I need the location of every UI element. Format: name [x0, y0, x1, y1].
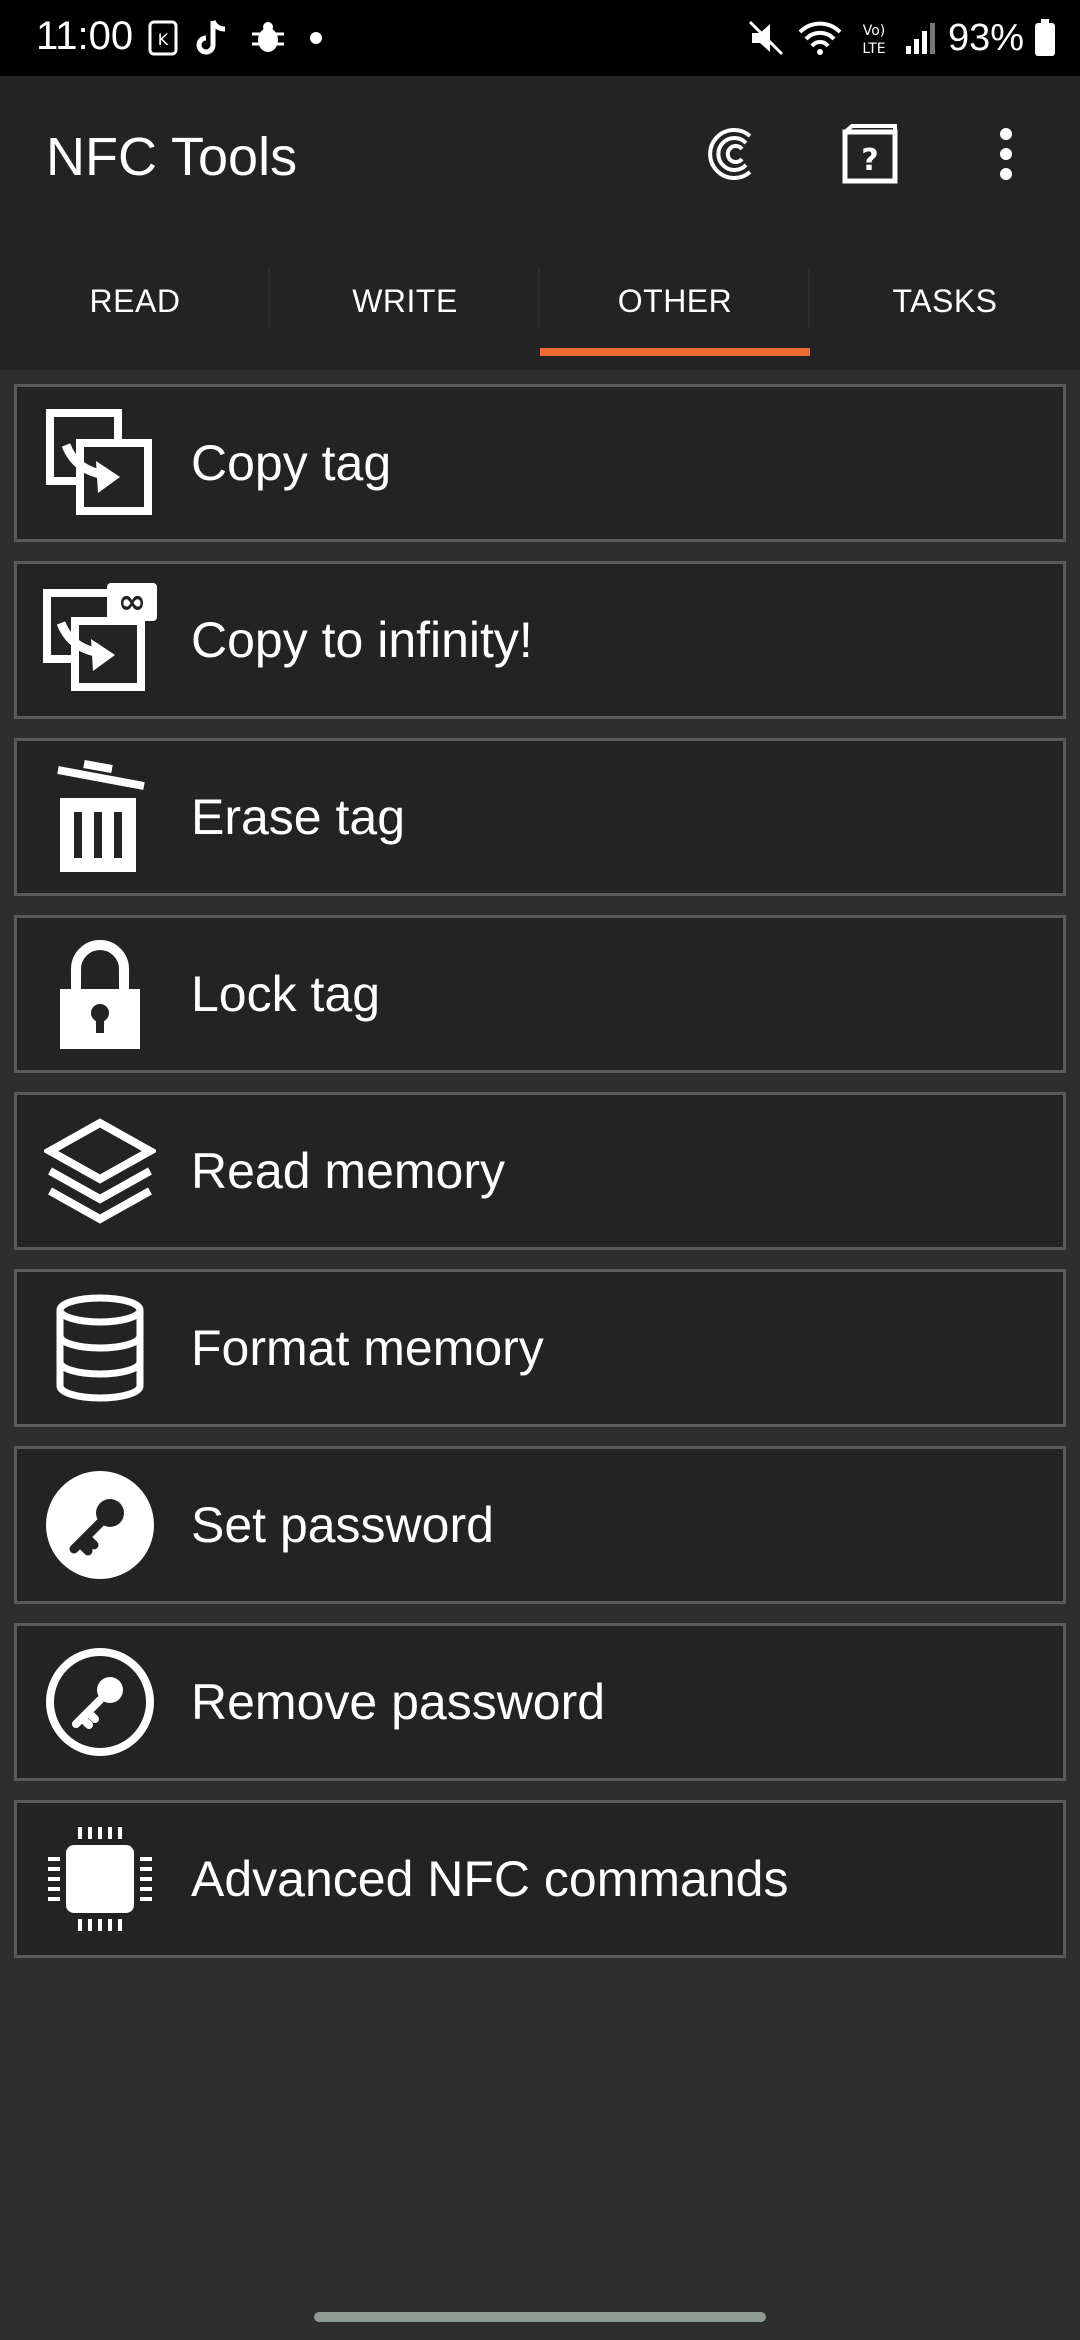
list-item-label: Advanced NFC commands [191, 1851, 789, 1907]
status-system-icons: Vo) LTE 93% [746, 14, 1056, 62]
status-bar: 11:00 K Vo) LTE 93% [0, 0, 1080, 76]
volte-icon: Vo) LTE [862, 23, 886, 57]
tab-tasks-label: TASKS [892, 282, 998, 319]
list-item-label: Read memory [191, 1143, 505, 1199]
dot-icon [310, 32, 322, 44]
tab-write[interactable]: WRITE [270, 232, 540, 370]
list-item-label: Set password [191, 1497, 494, 1553]
lock-icon [41, 935, 159, 1053]
svg-text:K: K [158, 30, 169, 49]
copy-tag-icon [41, 404, 159, 522]
tab-other[interactable]: OTHER [540, 232, 810, 370]
svg-text:∞: ∞ [118, 582, 146, 622]
list-item-read-memory[interactable]: Read memory [14, 1092, 1066, 1250]
database-icon [41, 1289, 159, 1407]
svg-text:LTE: LTE [862, 41, 885, 57]
key-filled-icon [41, 1466, 159, 1584]
tab-tasks[interactable]: TASKS [810, 232, 1080, 370]
list-item-label: Format memory [191, 1320, 544, 1376]
tab-read-label: READ [89, 282, 181, 319]
list-item-remove-password[interactable]: Remove password [14, 1623, 1066, 1781]
other-actions-list: Copy tag ∞ Copy to infinity! Erase tag L… [14, 384, 1066, 1977]
battery-icon [1035, 19, 1055, 56]
key-outline-icon [41, 1643, 159, 1761]
more-options-button[interactable] [970, 118, 1042, 190]
signal-icon [905, 23, 935, 54]
tab-bar: READ WRITE OTHER TASKS [0, 232, 1080, 370]
copy-infinity-icon: ∞ [41, 581, 159, 699]
home-indicator[interactable] [314, 2312, 766, 2322]
list-item-format-memory[interactable]: Format memory [14, 1269, 1066, 1427]
trash-icon [41, 758, 159, 876]
nfc-scan-button[interactable] [698, 118, 770, 190]
help-button[interactable]: ? [834, 118, 906, 190]
nfc-scan-icon [708, 128, 752, 180]
chip-icon [41, 1820, 159, 1938]
list-item-copy-tag[interactable]: Copy tag [14, 384, 1066, 542]
status-notification-icons: K [148, 18, 326, 58]
list-item-label: Lock tag [191, 966, 381, 1022]
more-vert-icon [1000, 128, 1012, 180]
help-icon: ? [842, 124, 898, 184]
battery-percent: 93% [947, 16, 1024, 59]
mute-icon [748, 20, 783, 56]
list-item-label: Remove password [191, 1674, 606, 1730]
app-title: NFC Tools [46, 127, 298, 187]
list-item-label: Copy to infinity! [191, 612, 533, 668]
wifi-icon [798, 21, 842, 55]
tiktok-icon [196, 19, 226, 55]
list-item-copy-to-infinity[interactable]: ∞ Copy to infinity! [14, 561, 1066, 719]
svg-text:?: ? [861, 143, 878, 178]
list-item-label: Copy tag [191, 435, 392, 491]
list-item-label: Erase tag [191, 789, 406, 845]
app-bar-actions: ? [698, 118, 1080, 190]
svg-text:Vo): Vo) [863, 23, 886, 39]
kakao-icon: K [148, 20, 178, 56]
list-item-lock-tag[interactable]: Lock tag [14, 915, 1066, 1073]
list-item-advanced-nfc-commands[interactable]: Advanced NFC commands [14, 1800, 1066, 1958]
tab-read[interactable]: READ [0, 232, 270, 370]
status-time: 11:00 [36, 14, 134, 58]
list-item-erase-tag[interactable]: Erase tag [14, 738, 1066, 896]
list-item-set-password[interactable]: Set password [14, 1446, 1066, 1604]
tab-write-label: WRITE [352, 282, 458, 319]
tab-other-label: OTHER [617, 282, 733, 319]
app-bar: NFC Tools ? [0, 76, 1080, 232]
bug-icon [252, 22, 284, 52]
layers-icon [41, 1112, 159, 1230]
